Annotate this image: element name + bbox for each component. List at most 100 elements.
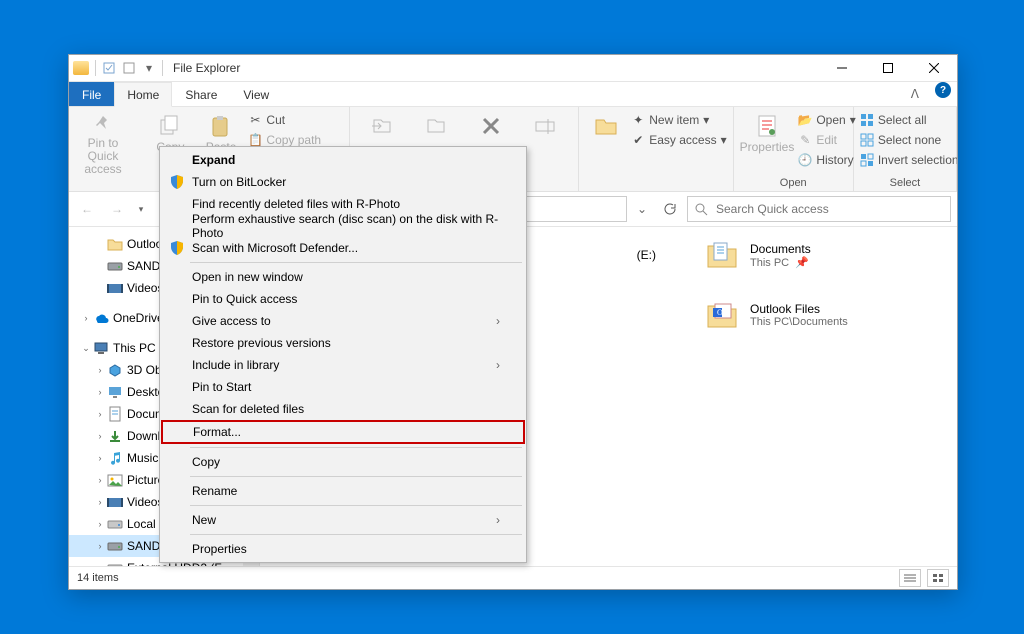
- pin-to-quick-button[interactable]: Pin to Quick access: [75, 111, 131, 173]
- music-icon: [107, 450, 123, 466]
- forward-button[interactable]: →: [105, 197, 129, 221]
- properties-button[interactable]: Properties: [740, 111, 795, 173]
- context-menu-item[interactable]: New›: [162, 509, 524, 531]
- content-item[interactable]: DocumentsThis PC 📌: [704, 237, 904, 273]
- context-menu-item[interactable]: Perform exhaustive search (disc scan) on…: [162, 215, 524, 237]
- selectnone-icon: [860, 133, 874, 147]
- context-menu-label: Pin to Start: [192, 380, 251, 394]
- context-menu-item[interactable]: Rename: [162, 480, 524, 502]
- shield-icon: [168, 173, 186, 191]
- open-button[interactable]: 📂Open ▾: [798, 111, 855, 129]
- invert-selection-button[interactable]: Invert selection: [860, 151, 957, 169]
- context-menu-label: Scan for deleted files: [192, 402, 304, 416]
- qat-icon[interactable]: [122, 61, 136, 75]
- pin-label: Pin to Quick access: [75, 137, 131, 177]
- context-menu-item[interactable]: Include in library›: [162, 354, 524, 376]
- context-menu-item[interactable]: Scan with Microsoft Defender...: [162, 237, 524, 259]
- cut-button[interactable]: ✂Cut: [248, 111, 343, 129]
- chevron-right-icon: ›: [496, 314, 500, 328]
- context-menu-item[interactable]: Pin to Quick access: [162, 288, 524, 310]
- shield-icon: [168, 239, 186, 257]
- minimize-button[interactable]: [819, 55, 865, 81]
- recent-dropdown[interactable]: ▾: [135, 197, 147, 221]
- tab-home[interactable]: Home: [114, 82, 172, 107]
- qat-chk-icon[interactable]: [102, 61, 116, 75]
- titlebar: ▾ File Explorer: [69, 55, 957, 82]
- video-icon: [107, 280, 123, 296]
- easy-access-button[interactable]: ✔Easy access ▾: [631, 131, 726, 149]
- drive-icon: [107, 258, 123, 274]
- open-icon: 📂: [798, 113, 812, 127]
- history-button[interactable]: 🕘History: [798, 151, 855, 169]
- tree-item-label: Videos: [127, 495, 163, 509]
- chevron-right-icon: ›: [496, 513, 500, 527]
- search-input[interactable]: [714, 201, 944, 217]
- icons-view-button[interactable]: [927, 569, 949, 587]
- refresh-button[interactable]: [657, 197, 681, 221]
- collapse-ribbon-icon[interactable]: ᐱ: [901, 82, 929, 106]
- item-subtitle: This PC 📌: [750, 256, 811, 269]
- status-items: 14 items: [77, 572, 119, 584]
- paste-icon: [207, 113, 235, 139]
- item-title: Outlook Files: [750, 302, 848, 316]
- tab-file[interactable]: File: [69, 82, 114, 106]
- context-menu-item[interactable]: Properties: [162, 538, 524, 560]
- search-box[interactable]: [687, 196, 951, 222]
- scissors-icon: ✂: [248, 113, 262, 127]
- new-folder-button[interactable]: [585, 111, 628, 173]
- selectall-icon: [860, 113, 874, 127]
- rename-button[interactable]: [521, 111, 572, 173]
- context-menu-label: Scan with Microsoft Defender...: [192, 241, 358, 255]
- tab-share[interactable]: Share: [172, 82, 230, 106]
- context-menu-item[interactable]: Scan for deleted files: [162, 398, 524, 420]
- edit-icon: ✎: [798, 133, 812, 147]
- pc-icon: [93, 340, 109, 356]
- hdd-icon: [107, 560, 123, 566]
- context-menu-item[interactable]: Expand: [162, 149, 524, 171]
- context-menu-label: Give access to: [192, 314, 271, 328]
- content-item[interactable]: O Outlook FilesThis PC\Documents: [704, 297, 904, 333]
- select-none-button[interactable]: Select none: [860, 131, 957, 149]
- folder-icon: [107, 236, 123, 252]
- context-menu-item[interactable]: Turn on BitLocker: [162, 171, 524, 193]
- group-select-label: Select: [860, 175, 950, 189]
- hdd-icon: [107, 516, 123, 532]
- context-menu-label: Turn on BitLocker: [192, 175, 286, 189]
- context-menu-label: Format...: [193, 425, 241, 439]
- context-menu[interactable]: ExpandTurn on BitLockerFind recently del…: [159, 146, 527, 563]
- back-button[interactable]: ←: [75, 197, 99, 221]
- context-menu-label: Expand: [192, 153, 235, 167]
- content-item[interactable]: (E:): [596, 237, 656, 273]
- context-menu-item[interactable]: Open in new window: [162, 266, 524, 288]
- pic-icon: [107, 472, 123, 488]
- properties-icon: [753, 113, 781, 139]
- context-menu-item[interactable]: Format...: [161, 420, 525, 444]
- context-menu-item[interactable]: Give access to ›: [162, 310, 524, 332]
- item-title: (E:): [637, 248, 656, 262]
- address-dropdown[interactable]: ⌄: [633, 198, 651, 220]
- context-menu-item[interactable]: Copy: [162, 451, 524, 473]
- context-menu-item[interactable]: Restore previous versions: [162, 332, 524, 354]
- help-icon[interactable]: ?: [935, 82, 951, 98]
- context-menu-label: Open in new window: [192, 270, 303, 284]
- drive-label-icon: [596, 237, 627, 273]
- qat-dropdown-icon[interactable]: ▾: [142, 61, 156, 75]
- details-view-button[interactable]: [899, 569, 921, 587]
- item-title: Documents: [750, 242, 811, 256]
- context-menu-label: Perform exhaustive search (disc scan) on…: [192, 212, 500, 240]
- down-icon: [107, 428, 123, 444]
- item-subtitle: This PC\Documents: [750, 316, 848, 328]
- edit-button[interactable]: ✎Edit: [798, 131, 855, 149]
- context-menu-label: Pin to Quick access: [192, 292, 297, 306]
- close-button[interactable]: [911, 55, 957, 81]
- tab-view[interactable]: View: [230, 82, 282, 106]
- invert-icon: [860, 153, 874, 167]
- path-icon: 📋: [248, 133, 262, 147]
- maximize-button[interactable]: [865, 55, 911, 81]
- select-all-button[interactable]: Select all: [860, 111, 957, 129]
- context-menu-item[interactable]: Pin to Start: [162, 376, 524, 398]
- status-bar: 14 items: [69, 566, 957, 589]
- group-open-label: Open: [740, 175, 847, 189]
- svg-text:O: O: [717, 308, 723, 317]
- new-item-button[interactable]: ✦New item ▾: [631, 111, 726, 129]
